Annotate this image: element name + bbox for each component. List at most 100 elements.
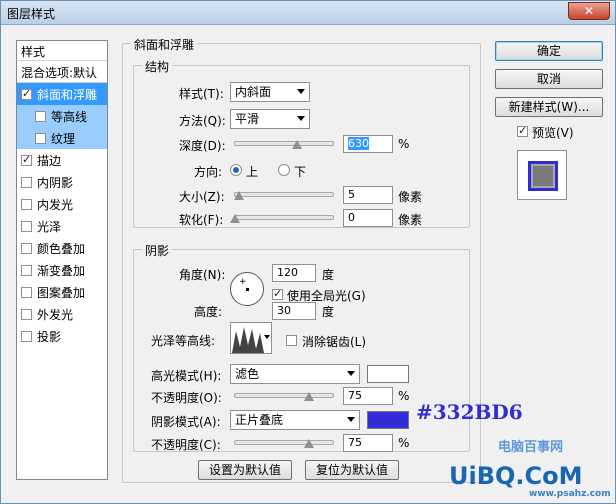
- style-item-label: 内阴影: [37, 175, 74, 190]
- gloss-contour-icon: [232, 323, 264, 353]
- style-item-stroke[interactable]: 描边: [17, 149, 107, 171]
- antialias-checkbox[interactable]: [286, 335, 297, 346]
- soften-label: 软化(F):: [179, 213, 224, 227]
- technique-value: 平滑: [235, 112, 260, 126]
- style-list: 样式 混合选项:默认 斜面和浮雕 等高线 纹理 描边 内阴影: [16, 40, 108, 480]
- bevel-checkbox[interactable]: [21, 87, 32, 100]
- angle-dot: [246, 288, 249, 291]
- style-item-label: 投影: [37, 329, 62, 344]
- soften-input[interactable]: 0: [343, 209, 393, 227]
- cancel-button[interactable]: 取消: [495, 69, 603, 89]
- highlight-color-swatch[interactable]: [367, 365, 409, 383]
- highlight-mode-label: 高光模式(H):: [151, 369, 222, 383]
- style-item-label: 描边: [37, 153, 62, 168]
- depth-input[interactable]: 630: [343, 135, 393, 153]
- title-bar[interactable]: 图层样式 ✕: [1, 1, 615, 25]
- drop-shadow-checkbox[interactable]: [21, 330, 32, 342]
- angle-dial[interactable]: +: [230, 272, 264, 306]
- layer-style-dialog: 图层样式 ✕ 样式 混合选项:默认 斜面和浮雕 等高线 纹理 描边: [0, 0, 616, 504]
- style-item-label: 颜色叠加: [37, 241, 86, 256]
- style-label: 样式(T):: [179, 87, 224, 101]
- chevron-down-icon: [297, 116, 305, 121]
- style-item-outer-glow[interactable]: 外发光: [17, 303, 107, 325]
- shadow-opacity-label: 不透明度(C):: [151, 438, 221, 452]
- preview-checkbox[interactable]: [517, 124, 528, 137]
- window-title: 图层样式: [7, 7, 56, 21]
- style-item-pattern-overlay[interactable]: 图案叠加: [17, 281, 107, 303]
- highlight-opacity-thumb[interactable]: [304, 392, 314, 401]
- make-default-button[interactable]: 设置为默认值: [198, 460, 292, 480]
- gradient-overlay-checkbox[interactable]: [21, 264, 32, 276]
- chevron-down-icon: [347, 371, 355, 376]
- global-light-checkbox[interactable]: [272, 287, 283, 300]
- style-item-label: 斜面和浮雕: [37, 87, 98, 102]
- angle-input[interactable]: 120: [272, 264, 316, 282]
- soften-slider-thumb[interactable]: [230, 214, 240, 223]
- outer-glow-checkbox[interactable]: [21, 308, 32, 320]
- contour-checkbox[interactable]: [35, 110, 46, 122]
- bevel-style-select[interactable]: 内斜面: [230, 82, 310, 102]
- chevron-down-icon: [347, 417, 355, 422]
- direction-down-radio[interactable]: [278, 164, 290, 176]
- highlight-mode-select[interactable]: 滤色: [230, 364, 360, 384]
- size-unit: 像素: [398, 190, 423, 204]
- preview-label: 预览(V): [532, 126, 574, 140]
- style-item-contour[interactable]: 等高线: [17, 105, 107, 127]
- size-label: 大小(Z):: [179, 190, 225, 204]
- inner-shadow-checkbox[interactable]: [21, 176, 32, 188]
- satin-checkbox[interactable]: [21, 220, 32, 232]
- watermark-sub: 电脑百事网: [498, 440, 564, 455]
- altitude-input[interactable]: 30: [272, 302, 316, 320]
- soften-slider[interactable]: [234, 215, 334, 220]
- inner-glow-checkbox[interactable]: [21, 198, 32, 210]
- style-item-inner-shadow[interactable]: 内阴影: [17, 171, 107, 193]
- style-item-inner-glow[interactable]: 内发光: [17, 193, 107, 215]
- structure-group: 结构 样式(T): 内斜面 方法(Q): 平滑 深度(D): 630 % 方向:…: [133, 58, 470, 228]
- style-item-satin[interactable]: 光泽: [17, 215, 107, 237]
- shadow-opacity-slider[interactable]: [234, 440, 334, 445]
- style-item-label: 图案叠加: [37, 285, 86, 300]
- style-item-gradient-overlay[interactable]: 渐变叠加: [17, 259, 107, 281]
- preview-swatch: [528, 161, 558, 191]
- gloss-contour-picker[interactable]: [230, 322, 272, 354]
- size-slider-thumb[interactable]: [234, 191, 244, 200]
- chevron-down-icon: [264, 335, 270, 339]
- blend-options-item[interactable]: 混合选项:默认: [17, 61, 107, 83]
- soften-unit: 像素: [398, 213, 423, 227]
- reset-default-button[interactable]: 复位为默认值: [305, 460, 399, 480]
- depth-slider[interactable]: [234, 141, 334, 146]
- style-list-header[interactable]: 样式: [17, 41, 107, 61]
- shadow-mode-select[interactable]: 正片叠底: [230, 410, 360, 430]
- pattern-overlay-checkbox[interactable]: [21, 286, 32, 298]
- color-annotation: #332BD6: [416, 400, 523, 424]
- crosshair-icon: +: [239, 277, 247, 287]
- style-item-drop-shadow[interactable]: 投影: [17, 325, 107, 347]
- style-item-color-overlay[interactable]: 颜色叠加: [17, 237, 107, 259]
- texture-checkbox[interactable]: [35, 132, 46, 144]
- direction-up-radio[interactable]: [230, 164, 242, 176]
- stroke-checkbox[interactable]: [21, 153, 32, 166]
- direction-up-label: 上: [246, 165, 259, 179]
- shading-title: 阴影: [142, 242, 173, 259]
- shadow-opacity-input[interactable]: 75: [343, 434, 393, 452]
- depth-slider-thumb[interactable]: [292, 140, 302, 149]
- style-item-texture[interactable]: 纹理: [17, 127, 107, 149]
- highlight-opacity-input[interactable]: 75: [343, 387, 393, 405]
- style-item-bevel[interactable]: 斜面和浮雕: [17, 83, 107, 105]
- shadow-color-swatch[interactable]: [367, 411, 409, 429]
- bevel-style-value: 内斜面: [235, 85, 272, 99]
- close-button[interactable]: ✕: [568, 2, 610, 20]
- color-overlay-checkbox[interactable]: [21, 242, 32, 254]
- ok-button[interactable]: 确定: [495, 41, 603, 61]
- highlight-opacity-unit: %: [398, 389, 410, 403]
- direction-down-label: 下: [294, 165, 307, 179]
- size-input[interactable]: 5: [343, 186, 393, 204]
- watermark-url: www.psahz.com: [529, 489, 611, 499]
- new-style-button[interactable]: 新建样式(W)...: [495, 97, 603, 117]
- shadow-opacity-thumb[interactable]: [304, 439, 314, 448]
- size-slider[interactable]: [234, 192, 334, 197]
- highlight-opacity-slider[interactable]: [234, 393, 334, 398]
- angle-unit: 度: [322, 268, 335, 282]
- shadow-opacity-unit: %: [398, 436, 410, 450]
- technique-select[interactable]: 平滑: [230, 109, 310, 129]
